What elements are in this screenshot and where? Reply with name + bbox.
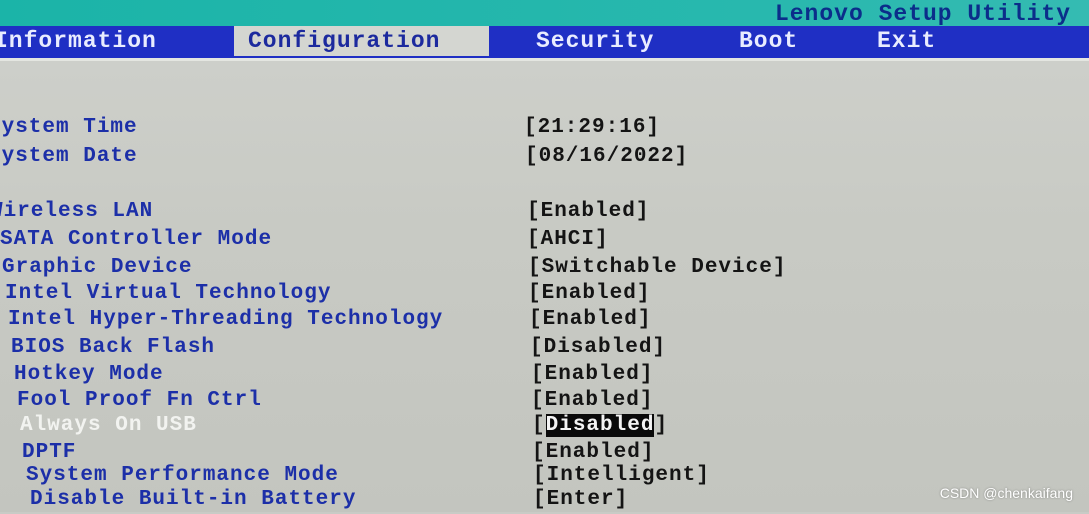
setting-value[interactable]: [Enabled] xyxy=(532,441,654,464)
setting-row-bios-back-flash[interactable]: BIOS Back Flash [Disabled] xyxy=(0,336,1000,362)
setting-row-system-performance-mode[interactable]: System Performance Mode [Intelligent] xyxy=(0,464,1000,490)
value-bracket-close: ] xyxy=(654,414,669,437)
setting-label: DPTF xyxy=(22,441,77,464)
app-title: Lenovo Setup Utility xyxy=(774,1,1071,27)
tab-security[interactable]: Security xyxy=(536,26,654,56)
setting-row-wireless-lan[interactable]: Wireless LAN [Enabled] xyxy=(0,200,1000,226)
setting-row-graphic-device[interactable]: Graphic Device [Switchable Device] xyxy=(0,256,1000,282)
tab-boot[interactable]: Boot xyxy=(739,26,798,56)
setting-label: Intel Hyper-Threading Technology xyxy=(8,308,444,331)
setting-label-selected: Always On USB xyxy=(20,414,197,437)
setting-row-sata-controller-mode[interactable]: SATA Controller Mode [AHCI] xyxy=(0,228,1000,254)
setting-row-system-time[interactable]: System Time [21:29:16] xyxy=(0,116,1000,142)
setting-row-fool-proof-fn-ctrl[interactable]: Fool Proof Fn Ctrl [Enabled] xyxy=(0,389,1000,415)
setting-value[interactable]: [Enabled] xyxy=(528,282,650,305)
setting-label: Wireless LAN xyxy=(0,200,154,223)
setting-row-always-on-usb[interactable]: Always On USB [Disabled] xyxy=(0,414,1000,440)
value-bracket-open: [ xyxy=(532,414,546,437)
title-strip: Lenovo Setup Utility xyxy=(0,0,1089,28)
setting-value[interactable]: [Enabled] xyxy=(527,200,649,223)
setting-row-disable-built-in-battery[interactable]: Disable Built-in Battery [Enter] xyxy=(0,488,1000,514)
setting-label: Disable Built-in Battery xyxy=(30,488,357,511)
setting-label: BIOS Back Flash xyxy=(11,336,216,359)
setting-value-selected[interactable]: [Disabled] xyxy=(532,414,668,437)
watermark: CSDN @chenkaifang xyxy=(939,485,1073,501)
setting-value[interactable]: [08/16/2022] xyxy=(525,145,688,168)
setting-row-intel-virtual-technology[interactable]: Intel Virtual Technology [Enabled] xyxy=(0,282,1000,308)
setting-value[interactable]: [21:29:16] xyxy=(524,116,660,139)
tab-information[interactable]: Information xyxy=(0,26,226,56)
setting-label: Hotkey Mode xyxy=(14,363,164,386)
menu-divider xyxy=(0,58,1089,61)
tab-configuration[interactable]: Configuration xyxy=(234,26,489,56)
value-highlight[interactable]: Disabled xyxy=(545,414,655,437)
setting-row-hotkey-mode[interactable]: Hotkey Mode [Enabled] xyxy=(0,363,1000,389)
tab-exit[interactable]: Exit xyxy=(877,26,936,56)
setting-value[interactable]: [Enter] xyxy=(533,488,628,511)
setting-value[interactable]: [AHCI] xyxy=(527,228,609,251)
setting-label: System Date xyxy=(0,145,138,168)
setting-value[interactable]: [Disabled] xyxy=(530,336,666,359)
setting-label: System Time xyxy=(0,116,138,139)
setting-row-intel-hyper-threading[interactable]: Intel Hyper-Threading Technology [Enable… xyxy=(0,308,1000,334)
setting-row-system-date[interactable]: System Date [08/16/2022] xyxy=(0,145,1000,171)
setting-label: Intel Virtual Technology xyxy=(5,282,332,305)
setting-value[interactable]: [Switchable Device] xyxy=(528,256,786,279)
setting-value[interactable]: [Enabled] xyxy=(529,308,651,331)
setting-label: System Performance Mode xyxy=(26,464,339,487)
setting-label: Graphic Device xyxy=(2,256,193,279)
setting-value[interactable]: [Enabled] xyxy=(531,389,653,412)
setting-value[interactable]: [Enabled] xyxy=(531,363,653,386)
bios-screen: Lenovo Setup Utility Information Configu… xyxy=(0,0,1089,512)
setting-value[interactable]: [Intelligent] xyxy=(533,464,710,487)
setting-label: SATA Controller Mode xyxy=(0,228,273,251)
setting-label: Fool Proof Fn Ctrl xyxy=(17,389,262,412)
menu-bar: Information Configuration Security Boot … xyxy=(0,26,1089,58)
